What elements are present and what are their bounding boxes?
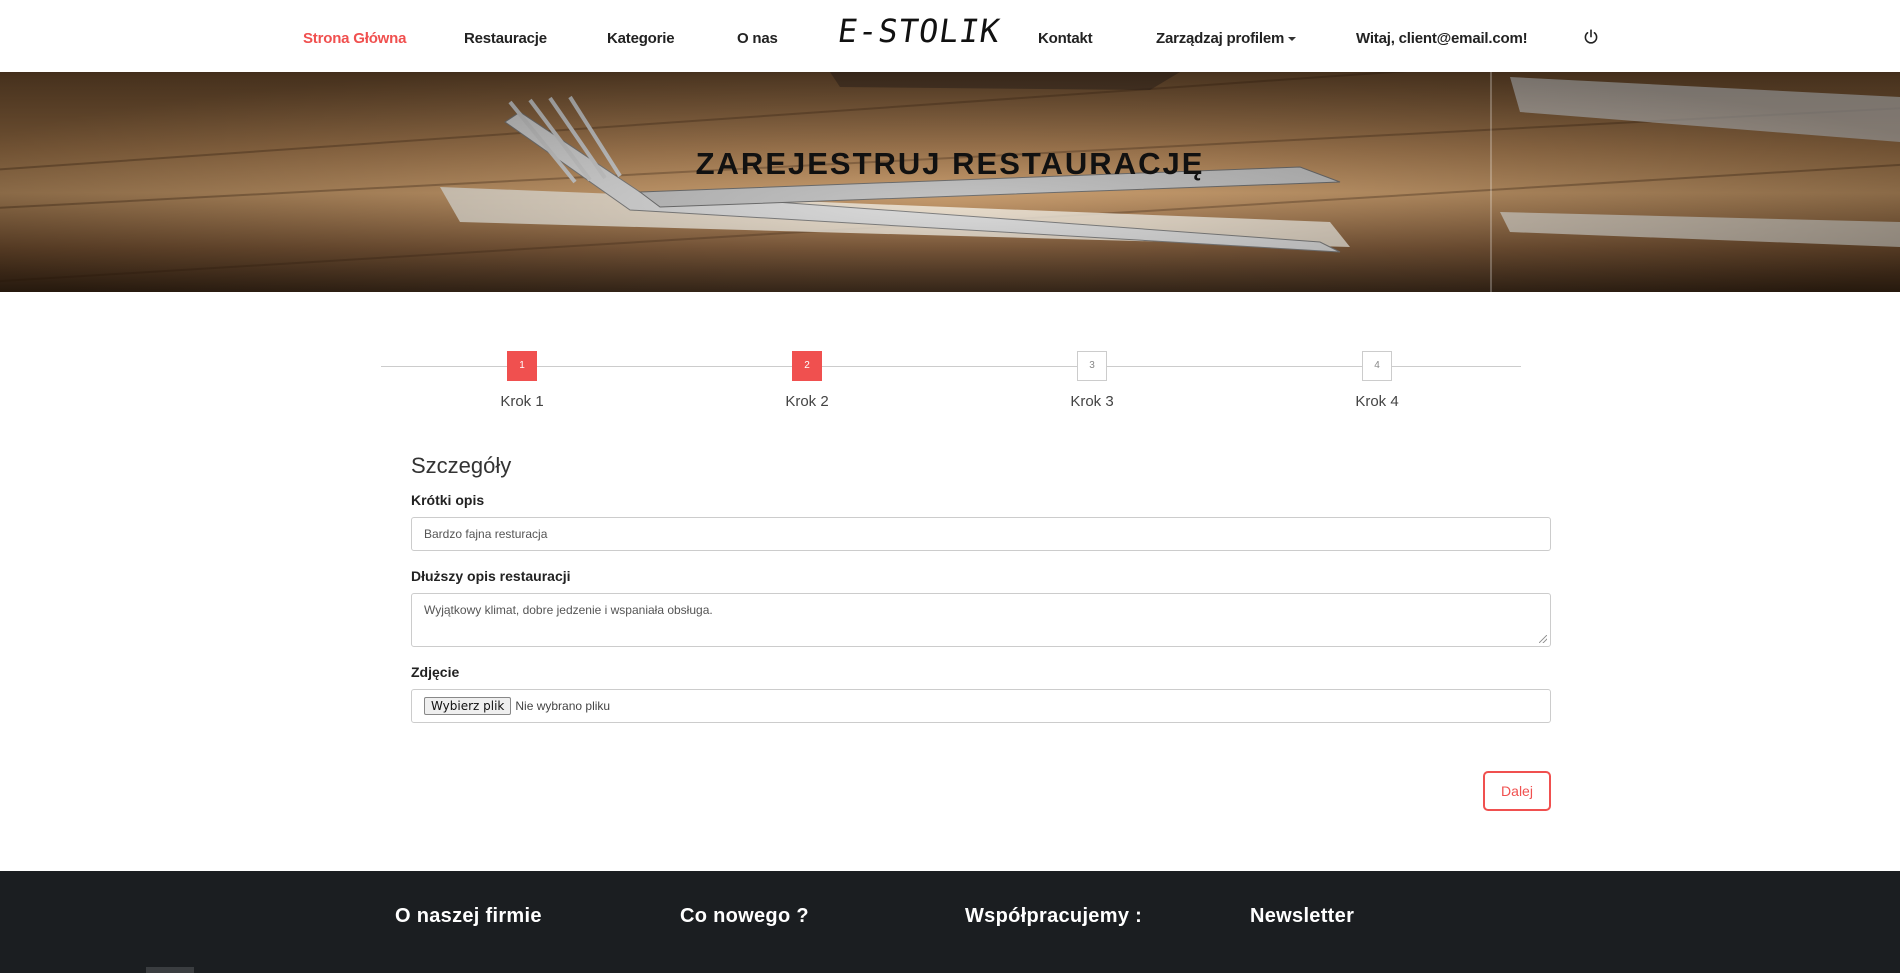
nav-home-link[interactable]: Strona Główna bbox=[303, 30, 406, 47]
navbar: Strona Główna Restauracje Kategorie O na… bbox=[0, 0, 1900, 72]
footer-about-heading: O naszej firmie bbox=[395, 905, 542, 927]
photo-label: Zdjęcie bbox=[411, 664, 460, 680]
photo-file-input[interactable]: Wybierz plik Nie wybrano pliku bbox=[411, 689, 1551, 723]
step-2-label: Krok 2 bbox=[785, 393, 829, 410]
nav-profile-label: Zarządzaj profilem bbox=[1156, 30, 1285, 47]
long-desc-label: Dłuższy opis restauracji bbox=[411, 568, 571, 584]
step-4-marker[interactable]: 4 bbox=[1362, 351, 1392, 381]
step-3-marker[interactable]: 3 bbox=[1077, 351, 1107, 381]
choose-file-button[interactable]: Wybierz plik bbox=[424, 697, 512, 715]
section-title: Szczegóły bbox=[411, 453, 512, 478]
site-logo[interactable]: E-STOLIK bbox=[835, 12, 1002, 50]
nav-profile-dropdown[interactable]: Zarządzaj profilem bbox=[1156, 30, 1297, 47]
caret-down-icon bbox=[1288, 37, 1297, 42]
resize-grip-icon[interactable] bbox=[1539, 635, 1547, 643]
footer-newsletter-heading: Newsletter bbox=[1250, 905, 1355, 927]
short-desc-label: Krótki opis bbox=[411, 492, 485, 508]
nav-categories-link[interactable]: Kategorie bbox=[607, 30, 675, 47]
step-3-label: Krok 3 bbox=[1070, 393, 1114, 410]
step-1-label: Krok 1 bbox=[500, 393, 544, 410]
step-2-marker[interactable]: 2 bbox=[792, 351, 822, 381]
next-button[interactable]: Dalej bbox=[1483, 771, 1551, 811]
long-desc-value: Wyjątkowy klimat, dobre jedzenie i wspan… bbox=[424, 603, 713, 617]
footer: O naszej firmie Co nowego ? Współpracuje… bbox=[0, 871, 1900, 973]
short-desc-input[interactable]: Bardzo fajna resturacja bbox=[411, 517, 1551, 551]
nav-contact-link[interactable]: Kontakt bbox=[1038, 30, 1093, 47]
file-status-text: Nie wybrano pliku bbox=[515, 699, 611, 713]
footer-partners-heading: Współpracujemy : bbox=[965, 905, 1143, 927]
scroll-top-button[interactable] bbox=[146, 967, 194, 973]
step-4-label: Krok 4 bbox=[1355, 393, 1399, 410]
page-title: ZAREJESTRUJ RESTAURACJĘ bbox=[695, 146, 1205, 181]
power-icon[interactable] bbox=[1583, 29, 1599, 45]
nav-greeting: Witaj, client@email.com! bbox=[1356, 30, 1528, 47]
nav-about-link[interactable]: O nas bbox=[737, 30, 778, 47]
steps-progress-line bbox=[381, 366, 1521, 367]
step-1-marker[interactable]: 1 bbox=[507, 351, 537, 381]
long-desc-textarea[interactable]: Wyjątkowy klimat, dobre jedzenie i wspan… bbox=[411, 593, 1551, 647]
footer-news-heading: Co nowego ? bbox=[680, 905, 809, 927]
nav-restaurants-link[interactable]: Restauracje bbox=[464, 30, 547, 47]
hero-banner: ZAREJESTRUJ RESTAURACJĘ bbox=[0, 72, 1900, 292]
